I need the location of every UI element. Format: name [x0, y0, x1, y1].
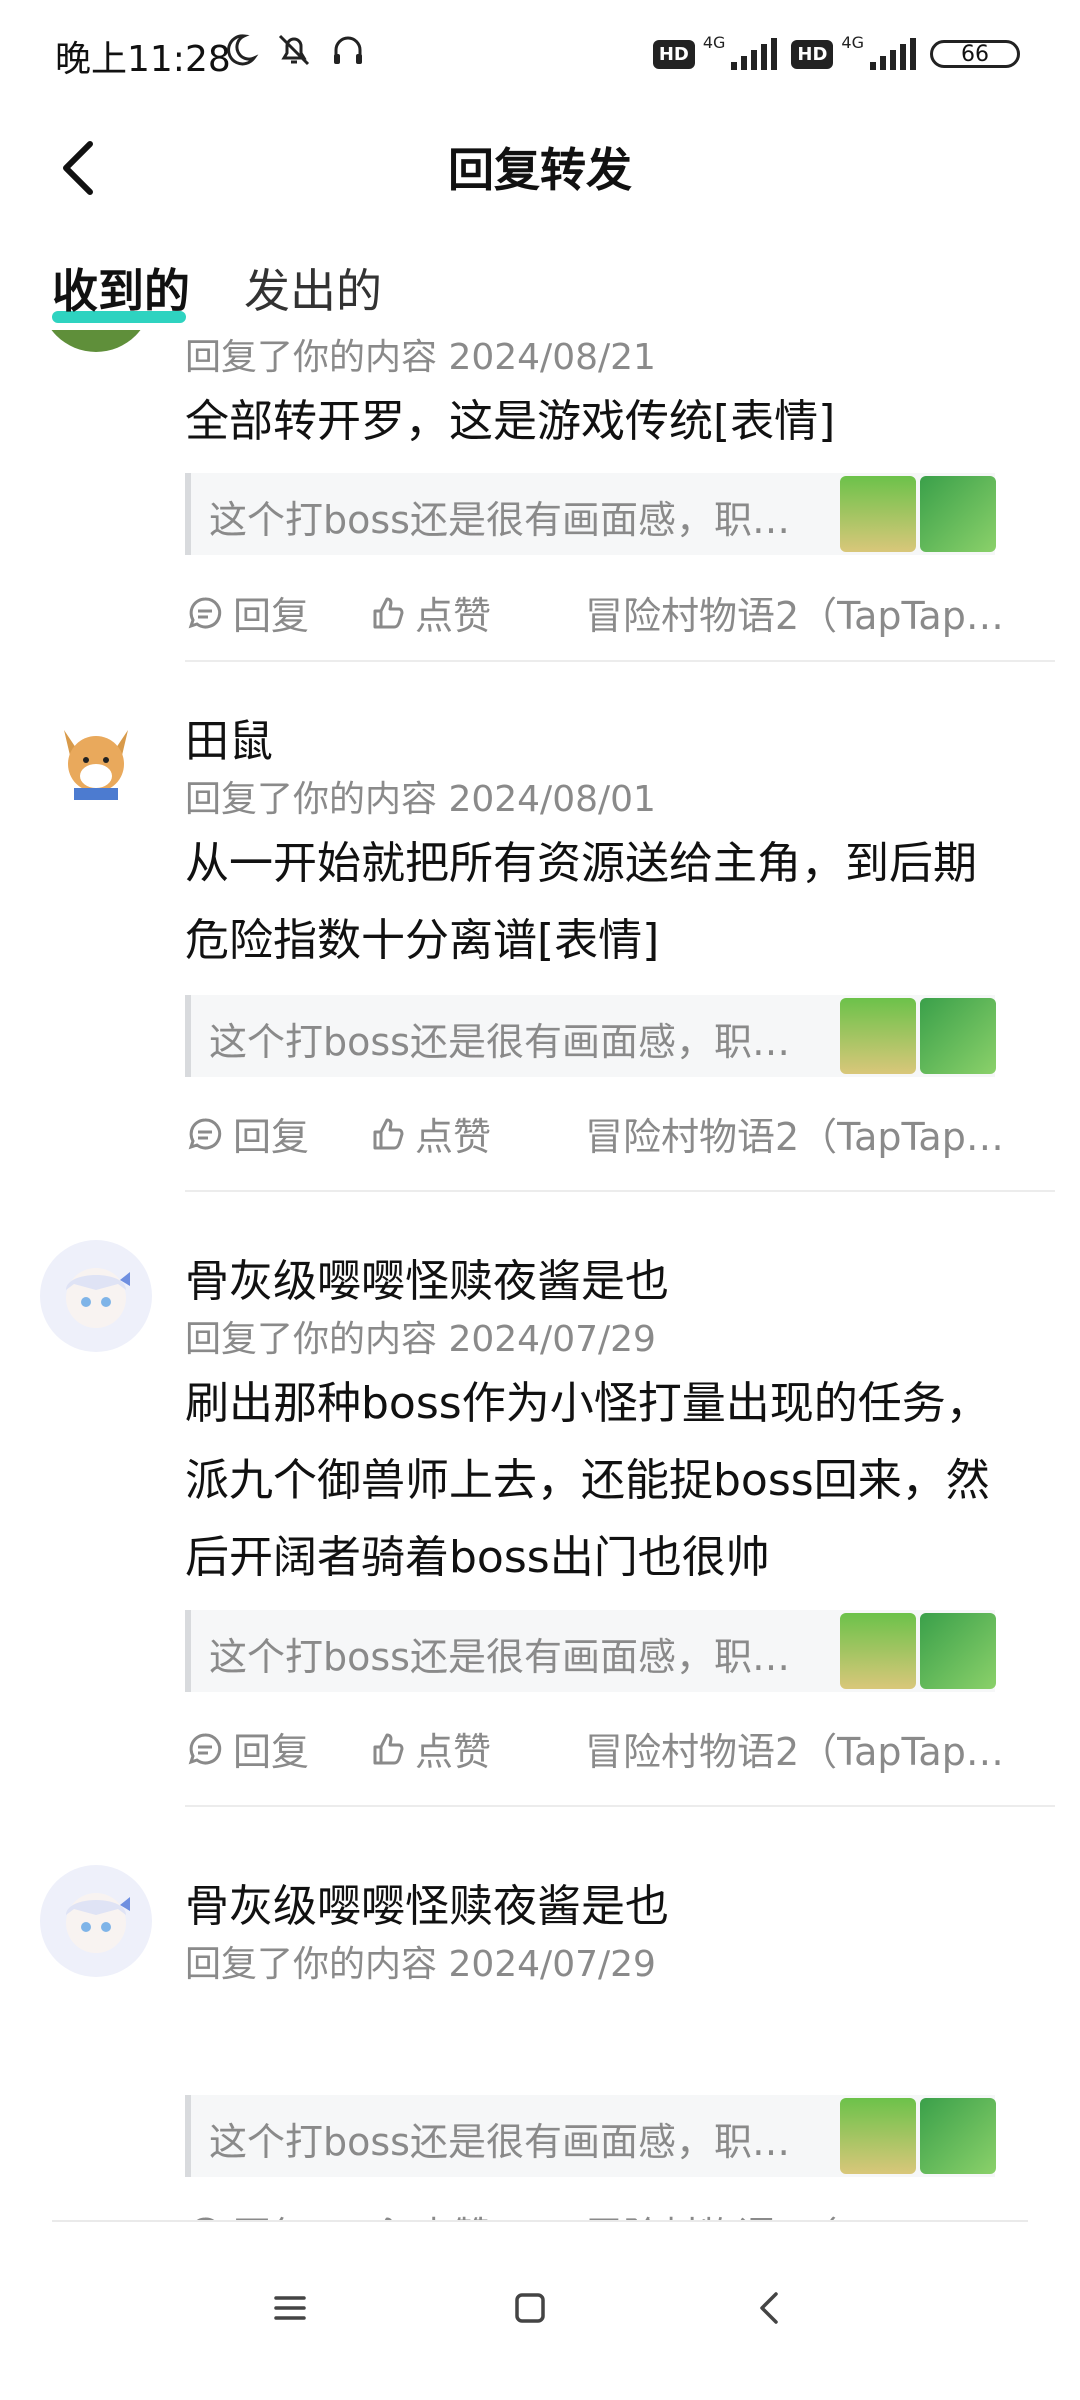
quoted-post[interactable]: 这个打boss还是很有画面感，职… — [185, 1610, 996, 1692]
like-button[interactable]: 点赞 — [367, 1721, 491, 1776]
comment-icon — [188, 596, 222, 628]
reply-list: 回复了你的内容 2024/08/21 全部转开罗，这是游戏传统[表情] 这个打b… — [0, 330, 1080, 2220]
avatar[interactable] — [40, 1865, 152, 1977]
avatar-image-icon — [42, 1867, 150, 1975]
quote-text: 这个打boss还是很有画面感，职… — [209, 498, 790, 542]
quote-text: 这个打boss还是很有画面感，职… — [209, 1635, 790, 1679]
item-meta: 回复了你的内容 2024/08/01 — [185, 779, 656, 820]
game-link[interactable]: 冒险村物语2（TapTap… — [585, 1106, 1004, 1161]
user-name[interactable]: 骨灰级嘤嘤怪赎夜酱是也 — [185, 1870, 669, 1934]
post-thumbnail — [920, 1613, 996, 1689]
signal-icon — [731, 38, 778, 70]
avatar-image-icon — [42, 702, 150, 810]
like-button[interactable]: 点赞 — [367, 1106, 491, 1161]
reply-label: 回复 — [233, 1115, 310, 1159]
item-content[interactable]: 从一开始就把所有资源送给主角，到后期危险指数十分离谱[表情] — [185, 825, 1015, 979]
item-meta: 回复了你的内容 2024/07/29 — [185, 1319, 656, 1360]
user-name[interactable]: 田鼠 — [185, 705, 273, 769]
quote-text: 这个打boss还是很有画面感，职… — [209, 2120, 790, 2164]
hd-badge-2: HD — [791, 39, 834, 69]
thumbs-up-icon — [373, 1733, 404, 1764]
post-thumbnail — [920, 998, 996, 1074]
reply-button[interactable]: 回复 — [185, 2205, 309, 2220]
like-label: 点赞 — [415, 2205, 491, 2220]
thumbs-up-icon — [373, 597, 404, 628]
comment-icon — [188, 1117, 222, 1149]
battery-indicator: 66 — [930, 40, 1020, 68]
moon-icon — [227, 34, 259, 66]
item-meta: 回复了你的内容 2024/07/29 — [185, 1944, 656, 1985]
like-label: 点赞 — [415, 1730, 492, 1774]
post-thumbnail — [840, 476, 916, 552]
quoted-post[interactable]: 这个打boss还是很有画面感，职… — [185, 2095, 996, 2177]
bell-off-icon — [278, 34, 310, 66]
status-bar: 晚上11:28 HD 4G HD 4G 66 — [0, 0, 1080, 110]
status-icons — [220, 30, 368, 70]
item-actions: 回复 点赞 冒险村物语2（TapTap… — [185, 585, 1015, 645]
reply-label: 回复 — [233, 594, 310, 638]
like-button[interactable]: 点赞 — [367, 2205, 491, 2220]
signal-icon-2 — [870, 38, 916, 70]
post-thumbnail — [840, 998, 916, 1074]
quoted-post[interactable]: 这个打boss还是很有画面感，职… — [185, 473, 996, 555]
avatar-image-icon — [42, 1242, 150, 1350]
reply-label: 回复 — [233, 2205, 309, 2220]
reply-button[interactable]: 回复 — [185, 1106, 309, 1161]
divider — [185, 660, 1055, 662]
tab-sent[interactable]: 发出的 — [244, 255, 382, 321]
headphones-icon — [334, 36, 362, 64]
network-type: 4G — [702, 32, 726, 52]
divider — [185, 1190, 1055, 1192]
page-title: 回复转发 — [448, 143, 632, 197]
item-content[interactable]: 全部转开罗，这是游戏传统[表情] — [185, 383, 1015, 460]
status-right: HD 4G HD 4G 66 — [652, 32, 1020, 74]
like-label: 点赞 — [415, 1115, 492, 1159]
reply-label: 回复 — [233, 1730, 310, 1774]
like-label: 点赞 — [415, 594, 492, 638]
hd-badge: HD — [652, 39, 695, 69]
user-name[interactable]: 骨灰级嘤嘤怪赎夜酱是也 — [185, 1245, 669, 1309]
quote-text: 这个打boss还是很有画面感，职… — [209, 1020, 790, 1064]
avatar[interactable] — [40, 330, 152, 352]
thumbs-up-icon — [384, 2217, 392, 2220]
avatar[interactable] — [40, 700, 152, 812]
divider — [185, 1805, 1055, 1807]
item-actions: 回复 点赞 冒险村物语2（TapTap… — [185, 1106, 1015, 1166]
post-thumbnail — [840, 2098, 916, 2174]
divider — [52, 2220, 1028, 2222]
comment-icon — [196, 2216, 215, 2220]
post-thumbnail — [920, 2098, 996, 2174]
system-nav-bar — [0, 2220, 1080, 2400]
post-thumbnail — [920, 476, 996, 552]
post-thumbnail — [840, 1613, 916, 1689]
reply-button[interactable]: 回复 — [185, 585, 309, 640]
quoted-post[interactable]: 这个打boss还是很有画面感，职… — [185, 995, 996, 1077]
like-button[interactable]: 点赞 — [367, 585, 491, 640]
nav-back-icon[interactable] — [740, 2278, 800, 2338]
reply-button[interactable]: 回复 — [185, 1721, 309, 1776]
item-actions: 回复 点赞 冒险村物语2（TapTap… — [185, 2205, 1015, 2220]
comment-icon — [188, 1732, 222, 1764]
square-home-icon[interactable] — [500, 2278, 560, 2338]
game-link[interactable]: 冒险村物语2（TapTap… — [585, 585, 1004, 640]
item-content[interactable]: 刷出那种boss作为小怪打量出现的任务，派九个御兽师上去，还能捉boss回来，然… — [185, 1365, 1015, 1596]
item-actions: 回复 点赞 冒险村物语2（TapTap… — [185, 1721, 1015, 1781]
avatar[interactable] — [40, 1240, 152, 1352]
tab-received[interactable]: 收到的 — [52, 255, 190, 321]
nav-header: 回复转发 — [0, 110, 1080, 230]
game-link[interactable]: 冒险村物语2（TapTap… — [585, 1721, 1004, 1776]
item-meta: 回复了你的内容 2024/08/21 — [185, 337, 656, 378]
game-link[interactable]: 冒险村物语2（TapTap… — [585, 2205, 1004, 2220]
status-time: 晚上11:28 — [55, 39, 231, 80]
network-type-2: 4G — [841, 32, 864, 52]
thumbs-up-icon — [373, 1118, 404, 1149]
menu-icon[interactable] — [260, 2278, 320, 2338]
